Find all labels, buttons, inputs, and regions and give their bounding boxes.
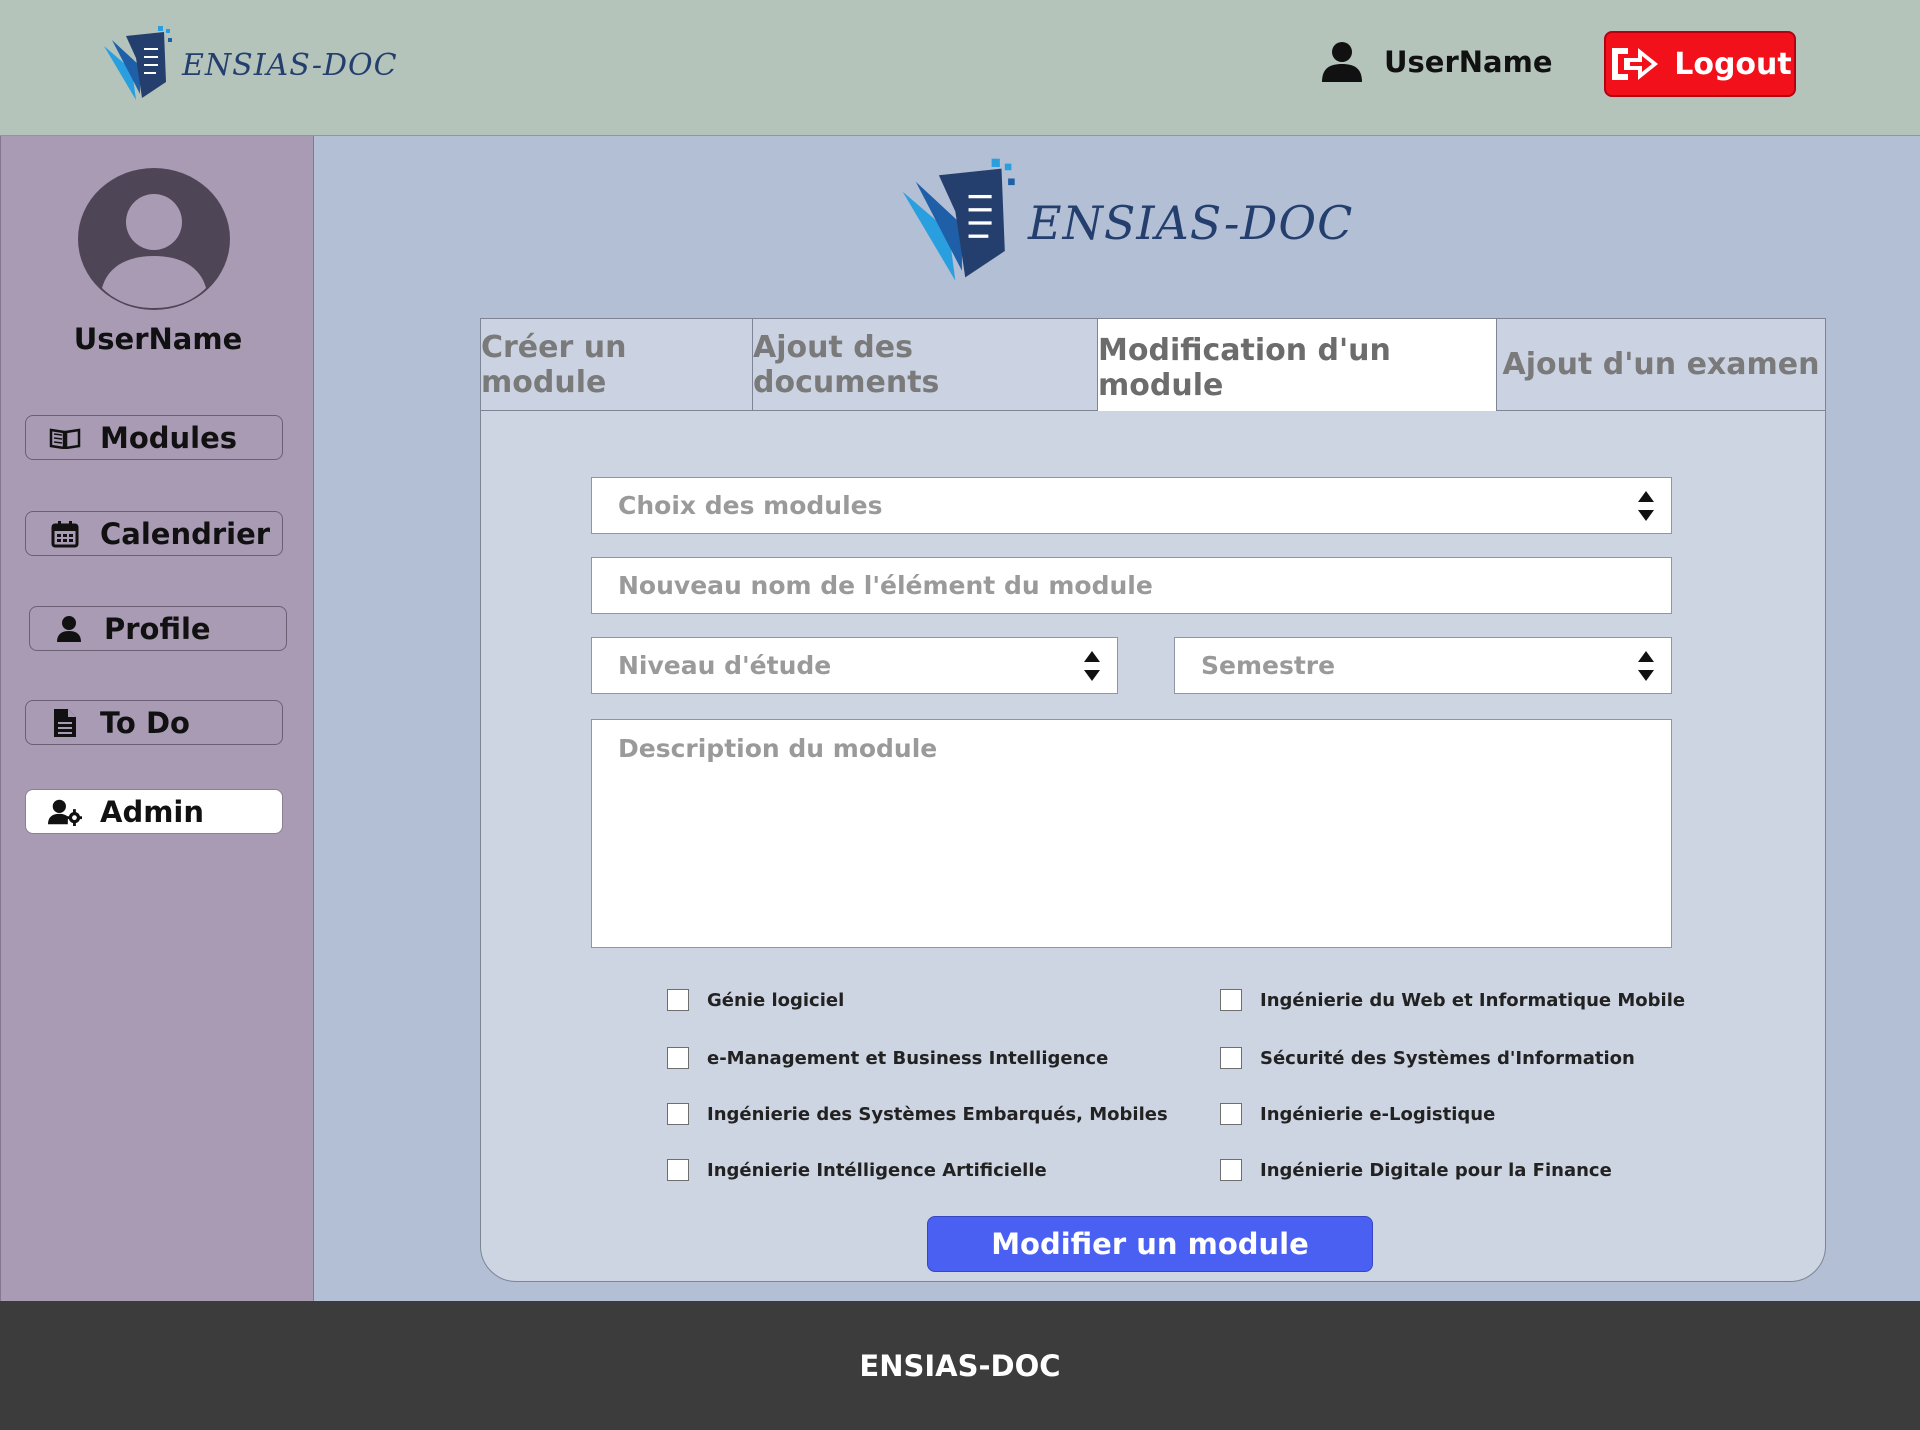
top-header: ENSIAS-DOC UserName Logout	[0, 0, 1920, 136]
sidebar-item-modules[interactable]: Modules	[25, 415, 283, 460]
filiere-checkbox-row: Ingénierie des Systèmes Embarqués, Mobil…	[667, 1103, 1168, 1125]
filiere-checkbox[interactable]	[1220, 989, 1242, 1011]
sidebar-item-label: Admin	[100, 794, 205, 829]
filiere-checkbox-row: Ingénierie Intélligence Artificielle	[667, 1159, 1047, 1181]
level-select[interactable]: Niveau d'étude	[591, 637, 1118, 694]
filiere-checkbox-row: Génie logiciel	[667, 989, 844, 1011]
sidebar-item-label: To Do	[100, 705, 190, 740]
description-textarea[interactable]: Description du module	[591, 719, 1672, 948]
tab-bar: Créer un module Ajout des documents Modi…	[481, 319, 1825, 411]
sign-out-icon	[1612, 48, 1659, 80]
logout-label: Logout	[1674, 46, 1792, 82]
user-icon	[1322, 42, 1362, 82]
tab-creer-module[interactable]: Créer un module	[481, 319, 753, 411]
main-logo: ENSIAS-DOC	[896, 158, 1353, 288]
new-name-input[interactable]: Nouveau nom de l'élément du module	[591, 557, 1672, 614]
avatar	[78, 168, 230, 310]
filiere-checkbox-row: Ingénierie e-Logistique	[1220, 1103, 1495, 1125]
filiere-label: Ingénierie Intélligence Artificielle	[707, 1159, 1047, 1181]
filiere-label: Ingénierie des Systèmes Embarqués, Mobil…	[707, 1103, 1168, 1125]
level-select-placeholder: Niveau d'étude	[618, 651, 832, 680]
filiere-checkbox-row: e-Management et Business Intelligence	[667, 1047, 1108, 1069]
sidebar-item-label: Calendrier	[100, 516, 271, 551]
filiere-checkbox-row: Ingénierie Digitale pour la Finance	[1220, 1159, 1612, 1181]
tab-ajout-documents[interactable]: Ajout des documents	[753, 319, 1098, 411]
filiere-label: Ingénierie Digitale pour la Finance	[1260, 1159, 1612, 1181]
filiere-checkbox[interactable]	[667, 1103, 689, 1125]
module-select-placeholder: Choix des modules	[618, 491, 883, 520]
filiere-label: Sécurité des Systèmes d'Information	[1260, 1047, 1635, 1069]
tab-modification-module[interactable]: Modification d'un module	[1098, 319, 1497, 411]
filiere-label: e-Management et Business Intelligence	[707, 1047, 1109, 1069]
logout-button[interactable]: Logout	[1604, 31, 1796, 97]
module-form-panel: Créer un module Ajout des documents Modi…	[480, 318, 1826, 1282]
calendar-icon	[48, 519, 82, 549]
semester-select[interactable]: Semestre	[1174, 637, 1672, 694]
user-cog-icon	[48, 797, 82, 827]
header-username: UserName	[1384, 45, 1553, 79]
select-arrows-icon	[1084, 650, 1100, 681]
main-logo-text: ENSIAS-DOC	[1028, 196, 1354, 250]
filiere-checkbox-row: Sécurité des Systèmes d'Information	[1220, 1047, 1635, 1069]
filiere-checkbox[interactable]	[667, 1047, 689, 1069]
sidebar-item-profile[interactable]: Profile	[29, 606, 287, 651]
sidebar-username: UserName	[73, 322, 243, 356]
sidebar-item-label: Profile	[104, 611, 211, 646]
sidebar: UserName Modules Calendrier Profile To D…	[0, 136, 314, 1301]
sidebar-item-admin[interactable]: Admin	[25, 789, 283, 834]
filiere-checkbox[interactable]	[1220, 1159, 1242, 1181]
filiere-checkbox[interactable]	[667, 989, 689, 1011]
filiere-checkbox[interactable]	[1220, 1103, 1242, 1125]
tab-ajout-examen[interactable]: Ajout d'un examen	[1497, 319, 1825, 411]
filiere-checkbox[interactable]	[667, 1159, 689, 1181]
header-user[interactable]: UserName	[1320, 40, 1553, 84]
book-open-icon	[48, 423, 82, 453]
new-name-placeholder: Nouveau nom de l'élément du module	[618, 571, 1153, 600]
file-icon	[48, 708, 82, 738]
header-logo-text: ENSIAS-DOC	[182, 47, 398, 83]
user-icon	[52, 614, 86, 644]
filiere-label: Ingénierie e-Logistique	[1260, 1103, 1496, 1125]
header-logo[interactable]: ENSIAS-DOC	[100, 26, 398, 104]
sidebar-item-label: Modules	[100, 420, 238, 455]
filiere-checkbox[interactable]	[1220, 1047, 1242, 1069]
filiere-label: Ingénierie du Web et Informatique Mobile	[1260, 989, 1686, 1011]
select-arrows-icon	[1638, 490, 1654, 521]
semester-select-placeholder: Semestre	[1201, 651, 1336, 680]
ensias-doc-logo-icon	[104, 26, 172, 100]
module-select[interactable]: Choix des modules	[591, 477, 1672, 534]
filiere-label: Génie logiciel	[707, 989, 845, 1011]
modifier-module-button[interactable]: Modifier un module	[927, 1216, 1373, 1272]
ensias-doc-logo-icon	[902, 158, 1015, 281]
sidebar-item-calendrier[interactable]: Calendrier	[25, 511, 283, 556]
footer: ENSIAS-DOC	[0, 1301, 1920, 1430]
sidebar-item-todo[interactable]: To Do	[25, 700, 283, 745]
filiere-checkbox-row: Ingénierie du Web et Informatique Mobile	[1220, 989, 1685, 1011]
select-arrows-icon	[1638, 650, 1654, 681]
footer-text: ENSIAS-DOC	[859, 1348, 1061, 1383]
description-placeholder: Description du module	[618, 734, 938, 763]
